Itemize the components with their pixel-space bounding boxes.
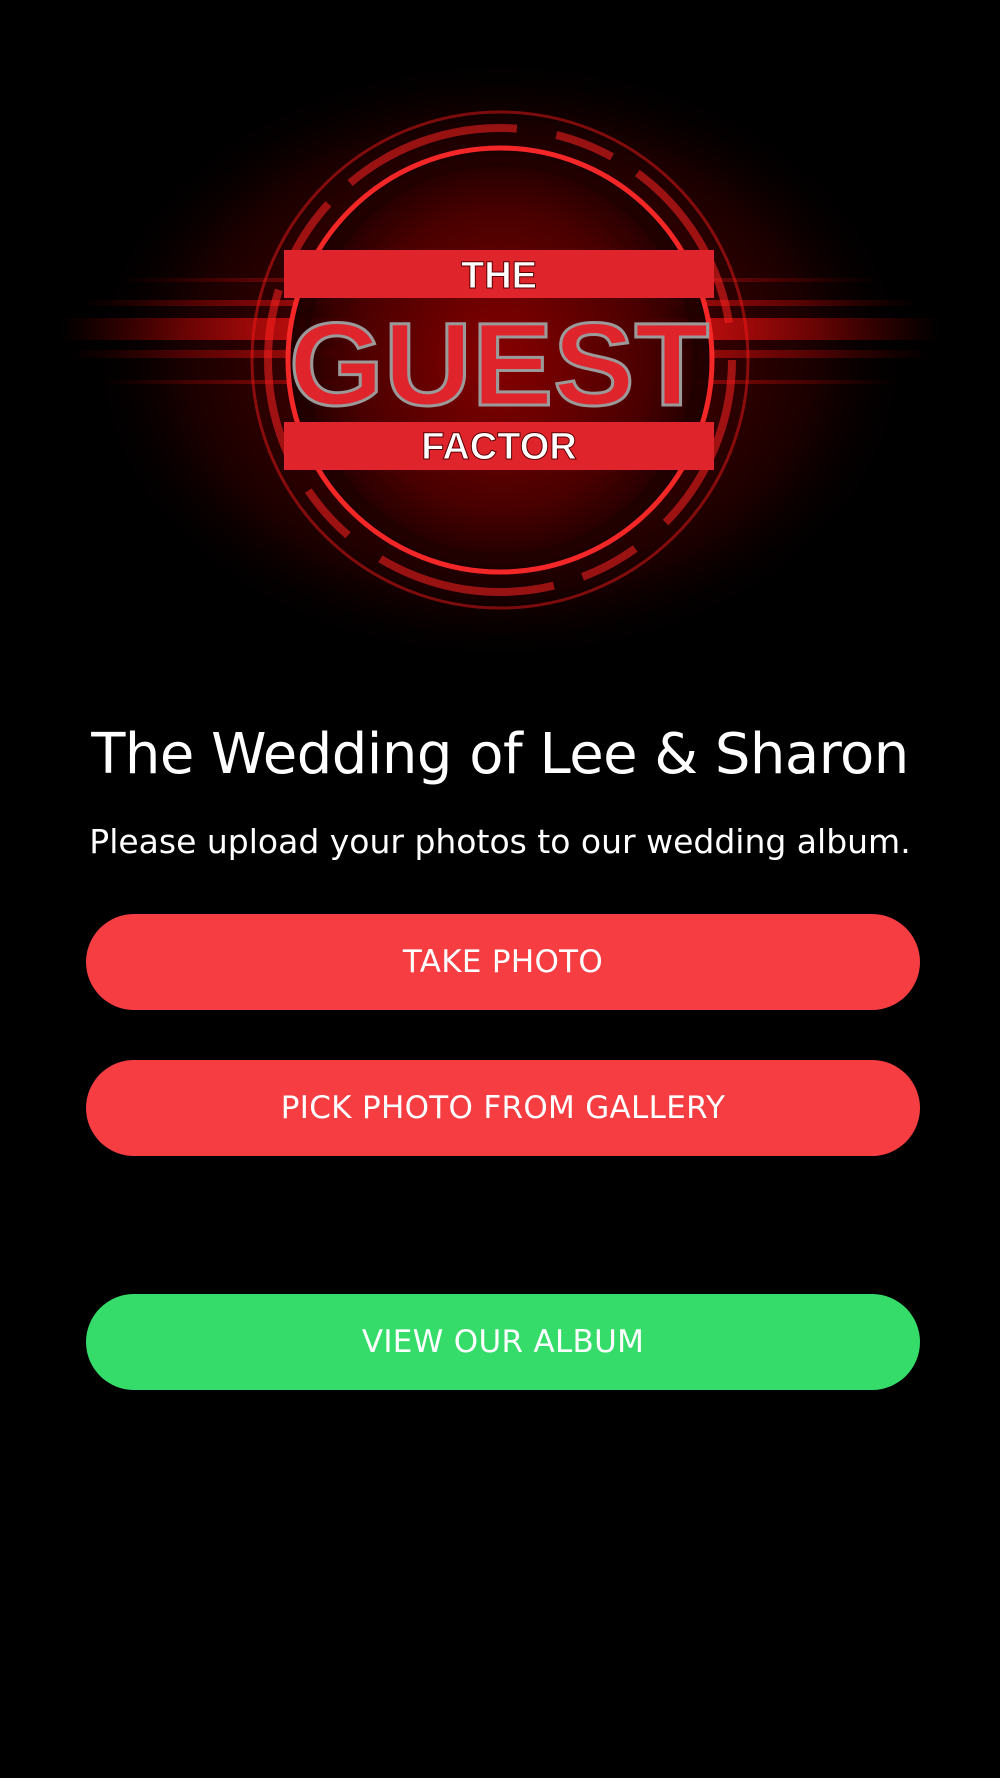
pick-photo-from-gallery-button[interactable]: PICK PHOTO FROM GALLERY <box>86 1060 920 1156</box>
guest-factor-logo: THE GUEST FACTOR <box>0 0 1000 680</box>
page-title: The Wedding of Lee & Sharon <box>91 722 909 787</box>
logo-graphic: THE GUEST FACTOR <box>60 50 940 670</box>
logo-text-the: THE <box>461 255 537 297</box>
view-our-album-button[interactable]: VIEW OUR ALBUM <box>86 1294 920 1390</box>
logo-text-guest: GUEST <box>289 299 709 431</box>
take-photo-button[interactable]: TAKE PHOTO <box>86 914 920 1010</box>
logo-text-factor: FACTOR <box>421 426 577 468</box>
page-subtitle: Please upload your photos to our wedding… <box>89 822 911 861</box>
